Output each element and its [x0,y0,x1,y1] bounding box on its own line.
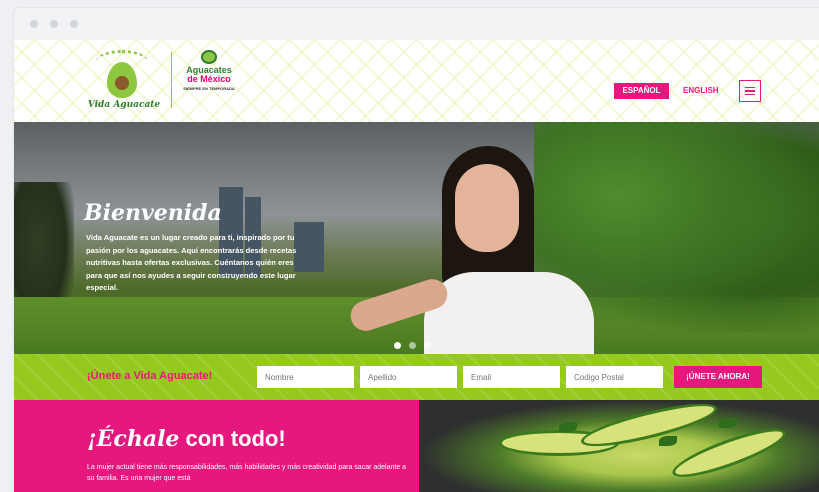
first-name-input[interactable] [257,366,354,388]
hero-body: Vida Aguacate es un lugar creado para ti… [86,233,297,293]
carousel-dot[interactable] [424,342,431,349]
avocado-icon [107,62,137,98]
logo-mex-tagline: SIEMPRE EN TEMPORADA [183,86,235,91]
avocado-salad-image [419,395,819,492]
promo-section: ¡Échale con todo! La mujer actual tiene … [14,395,819,492]
avocado-slice-image [577,395,721,455]
promo-body: La mujer actual tiene más responsabilida… [87,464,407,482]
window-dot-icon[interactable] [70,20,78,28]
woman-photo-body [424,272,594,354]
join-now-button[interactable]: ¡ÚNETE AHORA! [674,366,762,388]
carousel-dots [394,342,431,349]
signup-bar: ¡Únete a Vida Aguacate! ¡ÚNETE AHORA! [14,354,819,400]
promo-title-rest: con todo! [179,426,286,451]
carousel-dot[interactable] [394,342,401,349]
aguacates-de-mexico-logo[interactable]: Aguacates de México SIEMPRE EN TEMPORADA [179,50,239,110]
leaf-image [719,418,737,428]
menu-line-icon [745,86,755,89]
email-input[interactable] [463,366,560,388]
language-espanol-button[interactable]: ESPAÑOL [614,83,669,99]
menu-line-icon [745,90,755,92]
last-name-input[interactable] [360,366,457,388]
logo-vida-text: Vida Aguacate [87,100,161,110]
signup-title: ¡Únete a Vida Aguacate! [87,370,213,382]
carousel-dot[interactable] [409,342,416,349]
promo-title: ¡Échale con todo! [87,426,286,452]
logo-divider [171,52,172,108]
hero-banner: Bienvenida Vida Aguacate es un lugar cre… [14,122,819,354]
hamburger-menu-button[interactable] [739,80,761,102]
hero-title: Bienvenida [84,200,222,226]
leaf-image [659,436,677,446]
window-dot-icon[interactable] [30,20,38,28]
menu-line-icon [745,93,755,96]
postal-code-input[interactable] [566,366,663,388]
site-header: Vida Aguacate Aguacates de México SIEMPR… [14,40,819,122]
avocado-slice-image [668,420,790,486]
language-english-link[interactable]: ENGLISH [683,83,719,99]
logo-mex-line2: de México [187,74,231,84]
woman-photo-face [455,164,519,252]
window-dot-icon[interactable] [50,20,58,28]
promo-title-script: ¡Échale [87,426,180,452]
avocado-icon [201,50,217,64]
vida-aguacate-logo[interactable]: Vida Aguacate [84,48,164,116]
browser-window: Vida Aguacate Aguacates de México SIEMPR… [14,8,819,492]
browser-chrome [14,8,819,40]
leaf-image [559,422,577,432]
